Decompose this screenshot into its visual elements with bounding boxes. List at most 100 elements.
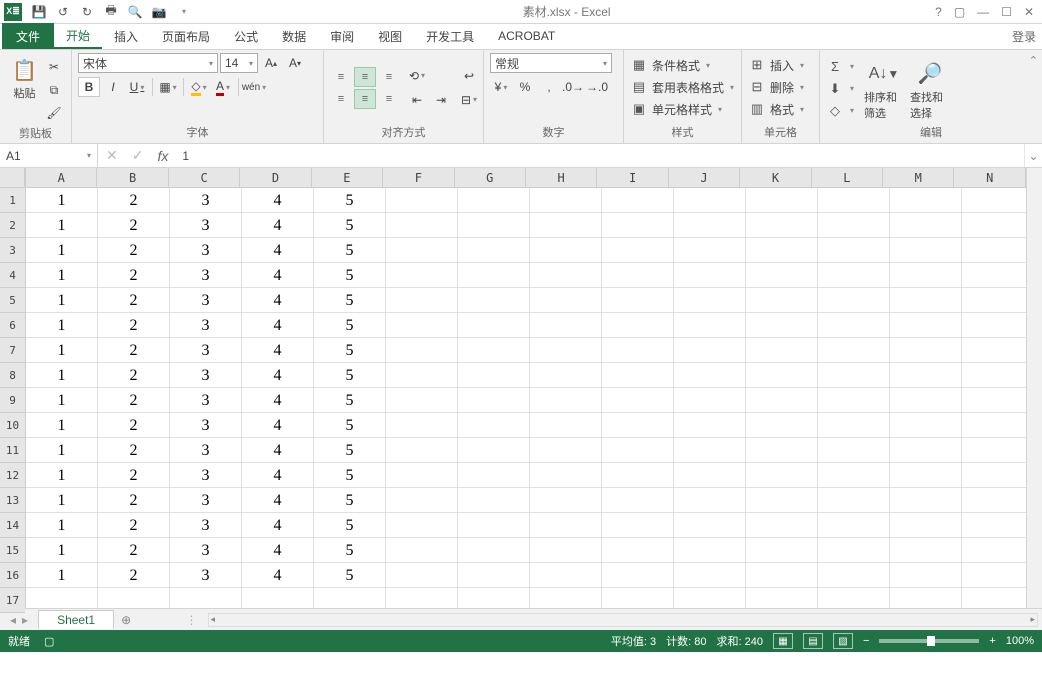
cell[interactable]: 3 (170, 388, 242, 413)
qat-more[interactable] (172, 2, 194, 22)
cell[interactable] (458, 588, 530, 608)
tab-developer[interactable]: 开发工具 (414, 23, 486, 49)
cell[interactable]: 2 (98, 213, 170, 238)
cell[interactable] (458, 463, 530, 488)
tab-layout[interactable]: 页面布局 (150, 23, 222, 49)
cell[interactable] (746, 413, 818, 438)
cell[interactable]: 4 (242, 388, 314, 413)
font-size-select[interactable]: 14▾ (220, 53, 258, 73)
cell[interactable] (818, 438, 890, 463)
cell[interactable] (746, 188, 818, 213)
bold-button[interactable]: B (78, 77, 100, 97)
cell[interactable]: 5 (314, 313, 386, 338)
cell[interactable] (458, 563, 530, 588)
cell[interactable] (458, 438, 530, 463)
cell[interactable] (818, 338, 890, 363)
cell[interactable] (530, 488, 602, 513)
cell[interactable]: 1 (26, 313, 98, 338)
row-header[interactable]: 4 (0, 263, 25, 288)
cell[interactable]: 1 (26, 488, 98, 513)
cell[interactable] (602, 588, 674, 608)
tab-view[interactable]: 视图 (366, 23, 414, 49)
cell[interactable]: 3 (170, 338, 242, 363)
column-header[interactable]: C (169, 168, 240, 187)
cell[interactable]: 3 (170, 263, 242, 288)
cell[interactable]: 1 (26, 338, 98, 363)
cell[interactable] (674, 238, 746, 263)
cell[interactable] (530, 538, 602, 563)
autosum-button[interactable]: Σ (826, 57, 858, 77)
tab-home[interactable]: 开始 (54, 23, 102, 49)
minimize-icon[interactable]: — (977, 5, 989, 19)
align-right[interactable]: ≡ (378, 89, 400, 109)
cell[interactable]: 3 (170, 238, 242, 263)
cell[interactable]: 1 (26, 463, 98, 488)
cell[interactable] (962, 288, 1026, 313)
cell[interactable] (818, 263, 890, 288)
cell[interactable] (458, 538, 530, 563)
cell[interactable]: 2 (98, 563, 170, 588)
cell[interactable]: 5 (314, 238, 386, 263)
row-header[interactable]: 7 (0, 338, 25, 363)
cell[interactable] (386, 538, 458, 563)
cell[interactable]: 4 (242, 313, 314, 338)
ribbon-options-icon[interactable]: ▢ (954, 5, 965, 19)
help-icon[interactable]: ? (935, 5, 942, 19)
cell[interactable] (674, 538, 746, 563)
cell[interactable] (602, 463, 674, 488)
cell[interactable]: 4 (242, 538, 314, 563)
cell[interactable] (386, 388, 458, 413)
cell[interactable]: 2 (98, 313, 170, 338)
align-center[interactable]: ≡ (354, 89, 376, 109)
cell[interactable] (962, 488, 1026, 513)
cell[interactable]: 3 (170, 488, 242, 513)
cell[interactable]: 2 (98, 263, 170, 288)
view-pagebreak-button[interactable]: ▧ (833, 633, 853, 649)
cell[interactable] (458, 338, 530, 363)
cell[interactable] (746, 488, 818, 513)
cell[interactable] (530, 463, 602, 488)
conditional-format-button[interactable]: ▦条件格式 (630, 55, 714, 75)
column-header[interactable]: F (383, 168, 454, 187)
cell[interactable] (602, 563, 674, 588)
cell[interactable] (962, 413, 1026, 438)
cell[interactable] (386, 513, 458, 538)
cell[interactable] (746, 563, 818, 588)
decrease-font-button[interactable]: A▾ (284, 53, 306, 73)
column-header[interactable]: N (954, 168, 1025, 187)
row-header[interactable]: 3 (0, 238, 25, 263)
cell[interactable] (890, 513, 962, 538)
cell[interactable] (386, 313, 458, 338)
cell[interactable]: 4 (242, 188, 314, 213)
cell[interactable] (890, 313, 962, 338)
cell[interactable] (746, 338, 818, 363)
cell[interactable] (890, 538, 962, 563)
macro-record-icon[interactable]: ▢ (44, 635, 54, 648)
cell[interactable]: 1 (26, 238, 98, 263)
cell[interactable] (890, 438, 962, 463)
horizontal-scrollbar[interactable] (208, 613, 1038, 627)
cell[interactable] (746, 288, 818, 313)
cell[interactable] (530, 438, 602, 463)
cell[interactable] (962, 363, 1026, 388)
zoom-level[interactable]: 100% (1006, 635, 1034, 647)
wrap-text-button[interactable]: ↩ (458, 66, 480, 86)
cell[interactable]: 3 (170, 288, 242, 313)
cells-area[interactable]: 1234512345123451234512345123451234512345… (26, 188, 1026, 608)
column-header[interactable]: A (26, 168, 97, 187)
number-format-select[interactable]: 常规▾ (490, 53, 612, 73)
cell[interactable]: 4 (242, 563, 314, 588)
close-icon[interactable]: ✕ (1024, 5, 1034, 19)
cell[interactable] (674, 513, 746, 538)
row-header[interactable]: 9 (0, 388, 25, 413)
cell[interactable] (674, 588, 746, 608)
increase-font-button[interactable]: A▴ (260, 53, 282, 73)
cell[interactable]: 1 (26, 213, 98, 238)
cell[interactable] (458, 413, 530, 438)
row-header[interactable]: 13 (0, 488, 25, 513)
cell[interactable] (962, 188, 1026, 213)
cell[interactable] (386, 363, 458, 388)
cell[interactable]: 2 (98, 338, 170, 363)
decrease-decimal[interactable]: →.0 (586, 77, 608, 97)
row-header[interactable]: 1 (0, 188, 25, 213)
